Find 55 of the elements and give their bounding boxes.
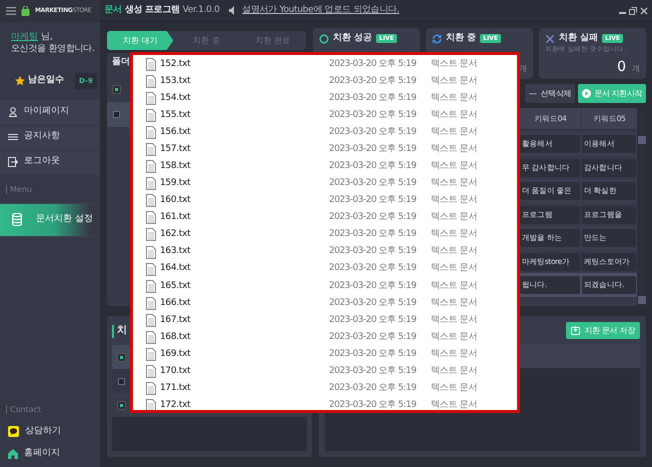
days-label: 남은일수 — [28, 75, 64, 87]
file-type: 텍스트 문서 — [431, 366, 478, 377]
file-date: 2023-03-20 오후 5:19 — [329, 348, 418, 360]
file-date: 2023-03-20 오후 5:19 — [329, 314, 418, 326]
file-type: 텍스트 문서 — [431, 280, 478, 292]
file-date: 2023-03-20 오후 5:19 — [329, 229, 418, 241]
card-title: 치환 중 — [446, 33, 476, 44]
file-type: 텍스트 문서 — [431, 348, 478, 360]
file-date: 2023-03-20 오후 5:19 — [329, 280, 418, 292]
file-type: 텍스트 문서 — [431, 144, 478, 156]
file-date: 2023-03-20 오후 5:19 — [329, 161, 418, 172]
panel-title: 치 — [117, 324, 127, 338]
file-type: 텍스트 문서 — [431, 110, 478, 122]
section-heading: Menu — [6, 184, 32, 194]
file-date: 2023-03-20 오후 5:19 — [329, 195, 418, 207]
greeting-text: 마케팅 님, — [11, 31, 53, 43]
file-date: 2023-03-20 오후 5:19 — [329, 332, 418, 343]
section-heading: Contact — [6, 404, 42, 414]
welcome-text: 오신것을 환영합니다. — [11, 43, 94, 55]
file-date: 2023-03-20 오후 5:19 — [329, 263, 418, 275]
file-date: 2023-03-20 오후 5:19 — [329, 246, 418, 258]
file-type: 텍스트 문서 — [431, 127, 478, 138]
file-type: 텍스트 문서 — [431, 314, 478, 326]
file-type: 텍스트 문서 — [431, 382, 478, 394]
file-date: 2023-03-20 오후 5:19 — [329, 298, 418, 309]
file-type: 텍스트 문서 — [431, 298, 478, 309]
card-title: 치환 성공 — [333, 33, 372, 44]
file-date: 2023-03-20 오후 5:19 — [329, 366, 418, 377]
file-type: 텍스트 문서 — [431, 58, 478, 70]
file-type: 텍스트 문서 — [431, 212, 478, 224]
file-type: 텍스트 문서 — [431, 246, 478, 258]
file-date: 2023-03-20 오후 5:19 — [329, 212, 418, 224]
file-type: 텍스트 문서 — [431, 195, 478, 207]
file-date: 2023-03-20 오후 5:19 — [329, 92, 418, 104]
window-title: 문서 생성 프로그램 Ver.1.0.0 — [104, 4, 220, 16]
file-type: 텍스트 문서 — [431, 229, 478, 241]
count-value: 0 — [617, 60, 626, 74]
panel-title: 폴더 — [112, 57, 130, 68]
file-date: 2023-03-20 오후 5:19 — [329, 144, 418, 156]
file-date: 2023-03-20 오후 5:19 — [329, 382, 418, 394]
file-date: 2023-03-20 오후 5:19 — [329, 110, 418, 122]
file-type: 텍스트 문서 — [431, 178, 478, 190]
file-date: 2023-03-20 오후 5:19 — [329, 58, 418, 70]
file-date: 2023-03-20 오후 5:19 — [329, 400, 418, 410]
file-type: 텍스트 문서 — [431, 332, 478, 343]
count-unit: 개 — [632, 64, 640, 74]
file-date: 2023-03-20 오후 5:19 — [329, 76, 418, 88]
file-type: 텍스트 문서 — [431, 263, 478, 275]
card-title: 치환 실패 — [559, 33, 598, 44]
file-type: 텍스트 문서 — [431, 92, 478, 104]
file-date: 2023-03-20 오후 5:19 — [329, 178, 418, 190]
file-type: 텍스트 문서 — [431, 161, 478, 172]
file-type: 텍스트 문서 — [431, 76, 478, 88]
file-date: 2023-03-20 오후 5:19 — [329, 127, 418, 138]
file-type: 텍스트 문서 — [431, 400, 478, 410]
